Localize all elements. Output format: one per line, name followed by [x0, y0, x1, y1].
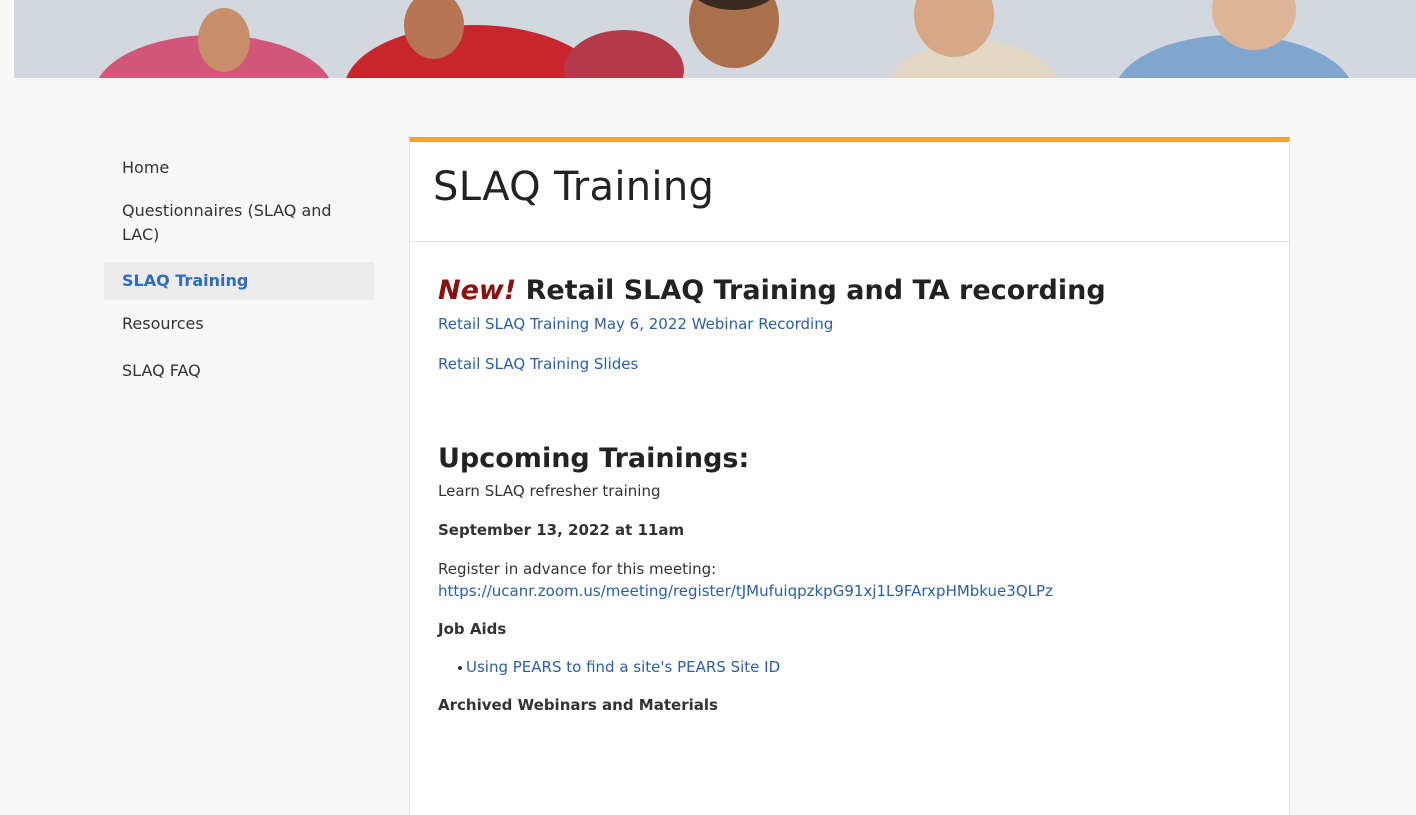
sidebar-item-resources[interactable]: Resources — [104, 304, 374, 347]
webinar-recording-link[interactable]: Retail SLAQ Training May 6, 2022 Webinar… — [438, 313, 833, 335]
new-tag: New! — [438, 275, 517, 306]
job-aids-label: Job Aids — [438, 620, 507, 638]
archived-webinars-label: Archived Webinars and Materials — [438, 696, 718, 714]
section-heading-retail-training: New! Retail SLAQ Training and TA recordi… — [438, 274, 1289, 308]
sidebar-item-home[interactable]: Home — [104, 145, 374, 191]
card-body: New! Retail SLAQ Training and TA recordi… — [410, 274, 1289, 716]
main-content-card: SLAQ Training New! Retail SLAQ Training … — [409, 137, 1290, 815]
sidebar-nav: Home Questionnaires (SLAQ and LAC) SLAQ … — [104, 145, 374, 394]
card-header: SLAQ Training — [410, 142, 1289, 242]
sidebar-item-slaq-training[interactable]: SLAQ Training — [104, 262, 374, 300]
training-slides-link[interactable]: Retail SLAQ Training Slides — [438, 353, 638, 375]
zoom-register-link[interactable]: https://ucanr.zoom.us/meeting/register/t… — [438, 580, 1053, 602]
section-heading-upcoming-trainings: Upcoming Trainings: — [438, 443, 750, 474]
page-title: SLAQ Training — [433, 164, 715, 210]
training-date: September 13, 2022 at 11am — [438, 521, 685, 539]
training-description: Learn SLAQ refresher training — [438, 482, 661, 500]
register-text: Register in advance for this meeting: — [438, 560, 717, 578]
pears-site-id-link[interactable]: Using PEARS to find a site's PEARS Site … — [466, 656, 780, 678]
sidebar-item-slaq-faq[interactable]: SLAQ FAQ — [104, 347, 374, 394]
list-item: Using PEARS to find a site's PEARS Site … — [438, 656, 1289, 678]
job-aids-list: Using PEARS to find a site's PEARS Site … — [438, 656, 1289, 678]
section-heading-text: Retail SLAQ Training and TA recording — [516, 275, 1106, 306]
sidebar-item-questionnaires[interactable]: Questionnaires (SLAQ and LAC) — [104, 191, 374, 258]
header-banner-image — [14, 0, 1416, 78]
